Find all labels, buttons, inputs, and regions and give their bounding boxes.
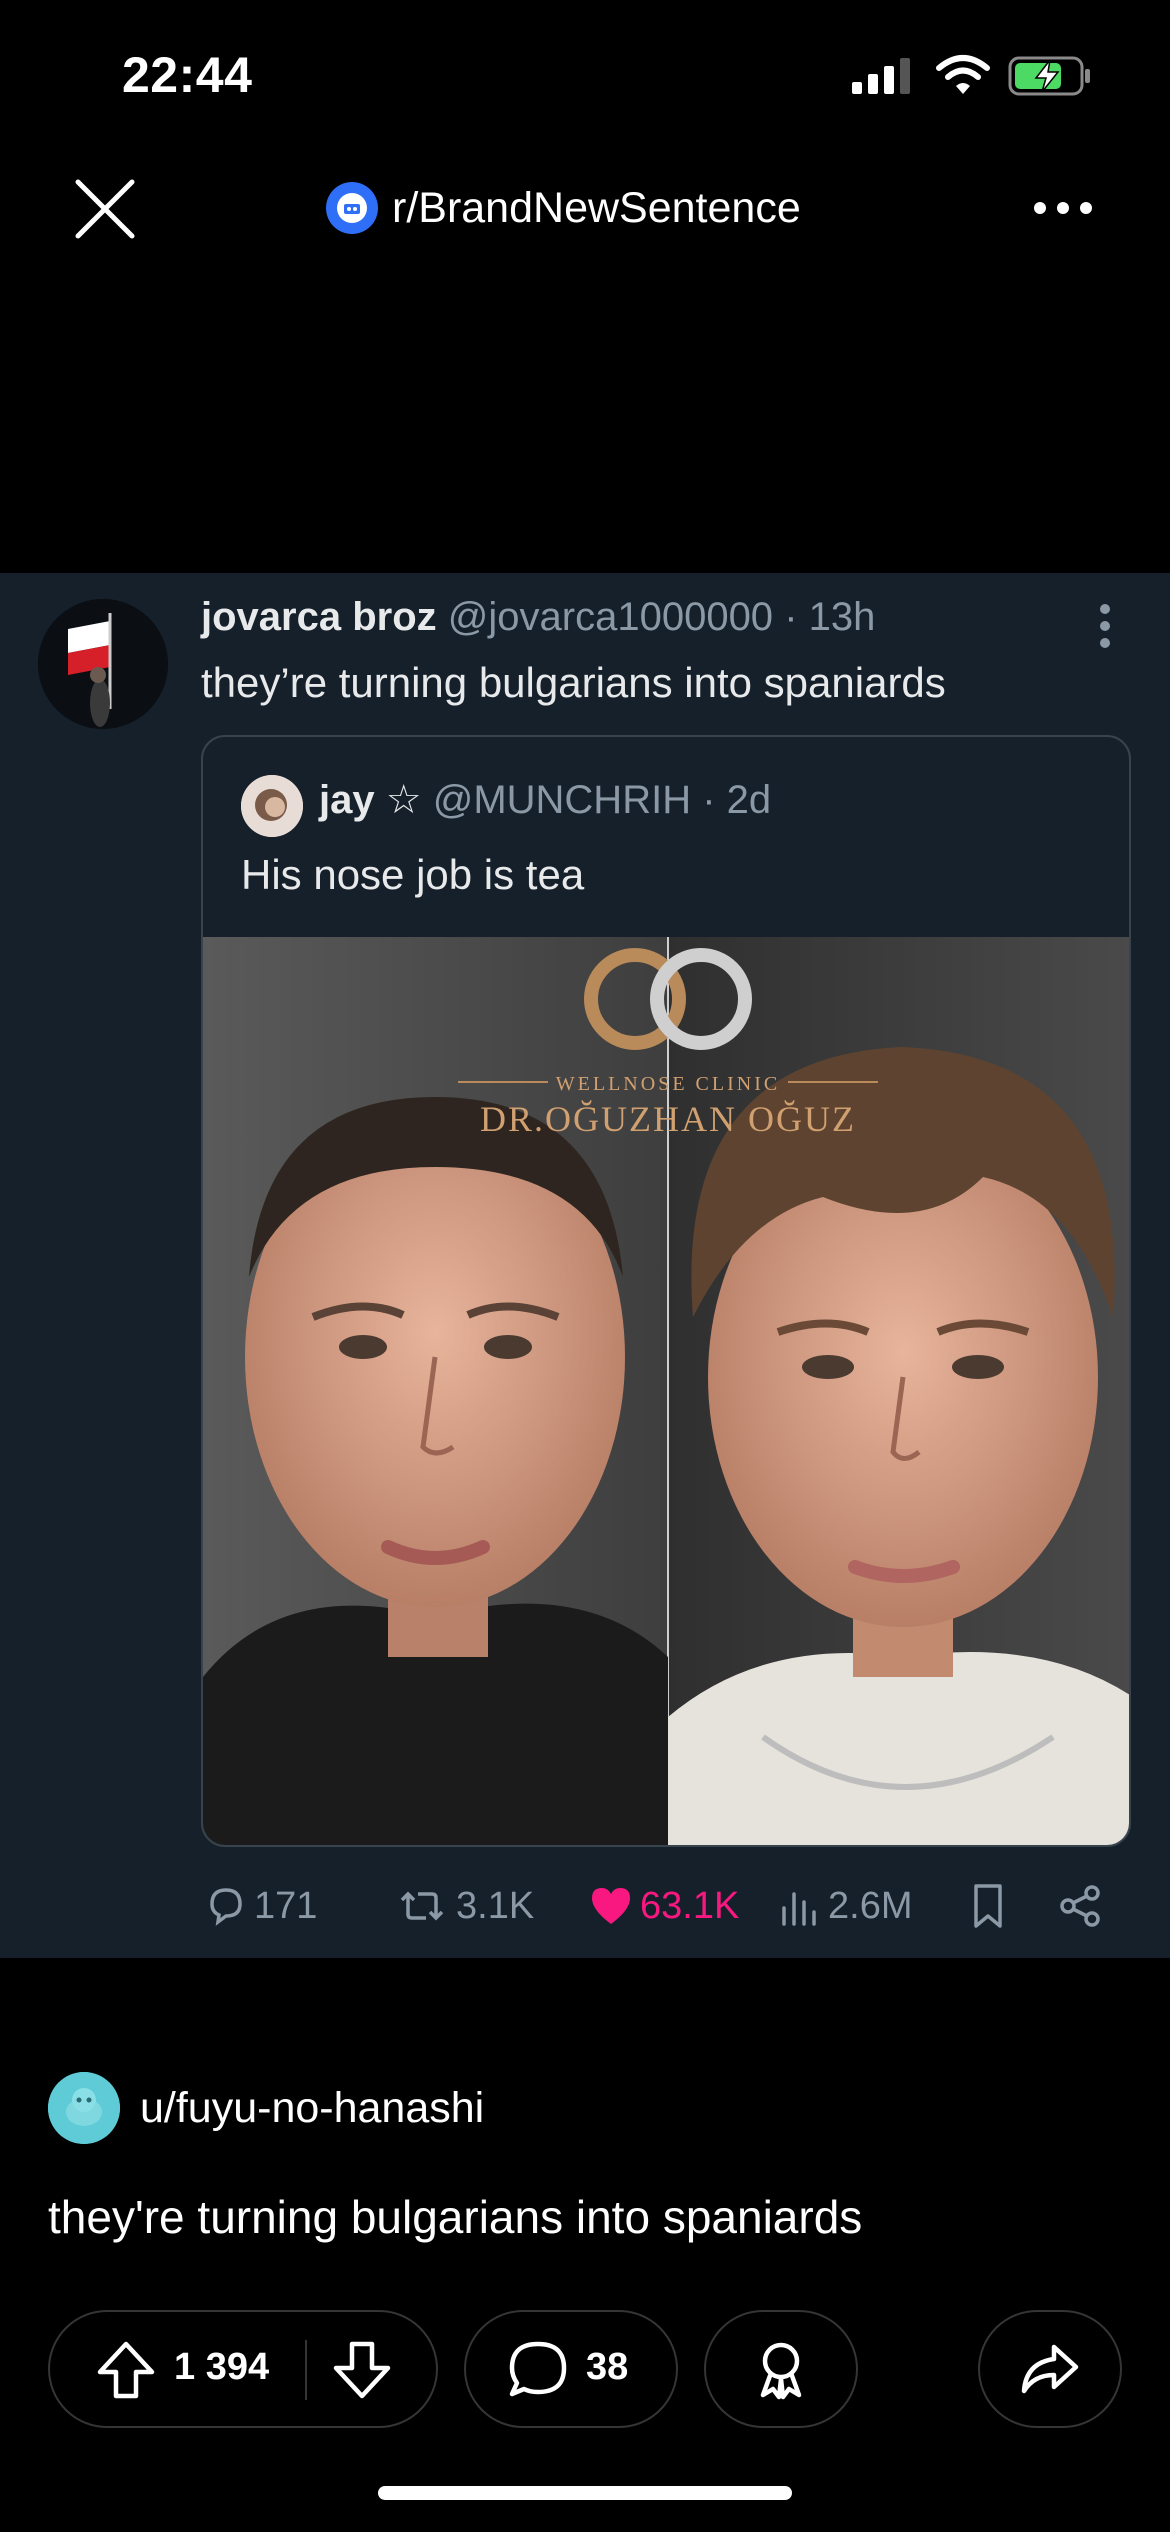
- quoted-author-handle: @MUNCHRIH: [432, 778, 692, 822]
- reply-button[interactable]: 171: [204, 1878, 317, 1934]
- comment-bubble-icon: [509, 2341, 567, 2397]
- vote-count: 1 394: [174, 2346, 270, 2388]
- share-arrow-icon: [1021, 2344, 1079, 2394]
- doctor-name-watermark: DR.OĞUZHAN OĞUZ: [480, 1099, 856, 1139]
- retweet-icon: [400, 1891, 444, 1921]
- tweet-screenshot[interactable]: jovarca broz @jovarca1000000 · 13h they’…: [0, 573, 1170, 1958]
- tweet-author-avatar: [38, 599, 168, 729]
- like-button[interactable]: 63.1K: [588, 1878, 739, 1934]
- close-button[interactable]: [70, 174, 140, 244]
- like-count: 63.1K: [640, 1884, 740, 1927]
- tweet-author-name: jovarca broz: [201, 595, 437, 639]
- subreddit-icon: [326, 182, 378, 234]
- status-bar: 22:44: [0, 0, 1170, 150]
- more-options-button[interactable]: [1030, 180, 1096, 236]
- view-count: 2.6M: [828, 1884, 913, 1927]
- quoted-author-name: jay: [319, 778, 375, 822]
- tweet-header: jovarca broz @jovarca1000000 · 13h: [201, 595, 875, 640]
- vote-divider: [305, 2340, 307, 2400]
- before-after-photo: WELLNOSE CLINIC DR.OĞUZHAN OĞUZ: [203, 937, 1129, 1845]
- share-button[interactable]: [978, 2310, 1122, 2428]
- home-indicator[interactable]: [378, 2486, 792, 2500]
- quoted-text: His nose job is tea: [241, 851, 585, 898]
- views-chart-icon: [782, 1892, 816, 1926]
- award-button[interactable]: [704, 2310, 858, 2428]
- tweet-more-icon: [1100, 604, 1110, 648]
- tweet-text: they’re turning bulgarians into spaniard…: [201, 659, 946, 706]
- status-time: 22:44: [122, 47, 253, 103]
- quoted-star-icon: ☆: [385, 778, 422, 822]
- tweet-age: · 13h: [784, 595, 876, 639]
- battery-charging-icon: [1008, 56, 1090, 96]
- top-nav: r/BrandNewSentence: [0, 160, 1170, 250]
- tweet-actions: 171 3.1K 63.1K 2.6M: [200, 1878, 1130, 1934]
- views-button[interactable]: 2.6M: [778, 1878, 912, 1934]
- more-horizontal-icon: [1034, 202, 1092, 214]
- comment-count: 38: [586, 2346, 629, 2388]
- bookmark-icon: [974, 1884, 1002, 1928]
- clinic-name-watermark: WELLNOSE CLINIC: [556, 1073, 780, 1095]
- retweet-button[interactable]: 3.1K: [394, 1878, 534, 1934]
- quoted-header: jay ☆ @MUNCHRIH · 2d: [319, 777, 771, 823]
- close-icon: [75, 179, 135, 239]
- tweet-share-button[interactable]: [1058, 1878, 1108, 1934]
- post-title: they're turning bulgarians into spaniard…: [48, 2191, 863, 2243]
- post-author[interactable]: u/fuyu-no-hanashi: [48, 2072, 484, 2144]
- comments-button[interactable]: 38: [464, 2310, 678, 2428]
- tweet-author-handle: @jovarca1000000: [447, 595, 774, 639]
- cellular-signal-icon: [852, 58, 910, 94]
- author-avatar: [48, 2072, 120, 2144]
- share-nodes-icon: [1060, 1885, 1100, 1927]
- quoted-tweet: jay ☆ @MUNCHRIH · 2d His nose job is tea: [201, 735, 1131, 1847]
- heart-filled-icon: [592, 1888, 630, 1924]
- vote-pill: 1 394: [48, 2310, 438, 2428]
- quoted-age: · 2d: [702, 778, 772, 822]
- wifi-icon: [936, 55, 990, 94]
- downvote-icon[interactable]: [330, 2338, 394, 2402]
- subreddit-header[interactable]: r/BrandNewSentence: [326, 178, 801, 238]
- subreddit-name: r/BrandNewSentence: [392, 183, 801, 232]
- quoted-author-avatar: [241, 775, 303, 837]
- retweet-count: 3.1K: [456, 1884, 535, 1927]
- award-icon: [760, 2342, 802, 2400]
- bookmark-button[interactable]: [968, 1878, 1014, 1934]
- upvote-icon[interactable]: [94, 2338, 158, 2402]
- author-username: u/fuyu-no-hanashi: [140, 2083, 485, 2132]
- reply-icon: [210, 1888, 242, 1926]
- reply-count: 171: [254, 1884, 318, 1927]
